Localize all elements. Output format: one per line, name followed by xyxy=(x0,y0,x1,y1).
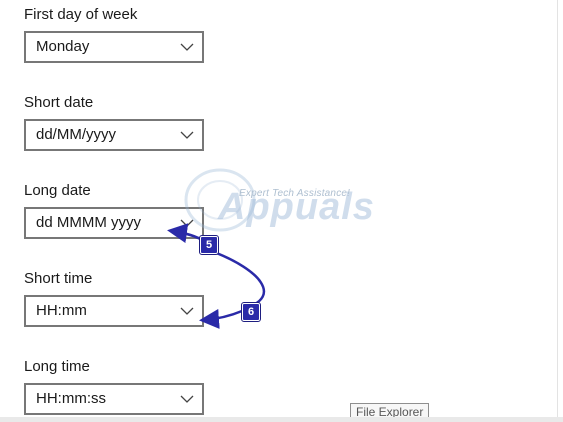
chevron-down-icon xyxy=(180,131,194,139)
watermark-tagline: Expert Tech Assistance! xyxy=(239,188,351,199)
short-time-value: HH:mm xyxy=(36,302,87,319)
long-time-dropdown[interactable]: HH:mm:ss xyxy=(24,383,204,415)
chevron-down-icon xyxy=(180,307,194,315)
long-date-dropdown[interactable]: dd MMMM yyyy xyxy=(24,207,204,239)
short-date-value: dd/MM/yyyy xyxy=(36,126,117,143)
short-date-dropdown[interactable]: dd/MM/yyyy xyxy=(24,119,204,151)
arrow-connector xyxy=(213,250,266,310)
short-date-label: Short date xyxy=(24,94,94,111)
long-time-label: Long time xyxy=(24,358,90,375)
taskbar-edge xyxy=(0,417,563,422)
window-right-edge xyxy=(557,0,558,422)
region-format-settings-page: First day of week Monday Short date dd/M… xyxy=(0,0,563,422)
watermark-swoosh-icon xyxy=(184,168,256,232)
step-5-badge: 5 xyxy=(199,235,219,255)
chevron-down-icon xyxy=(180,395,194,403)
long-time-value: HH:mm:ss xyxy=(36,390,106,407)
short-time-label: Short time xyxy=(24,270,93,287)
first-day-of-week-dropdown[interactable]: Monday xyxy=(24,31,204,63)
appuals-watermark: Appuals Expert Tech Assistance! xyxy=(182,164,382,244)
short-time-dropdown[interactable]: HH:mm xyxy=(24,295,204,327)
first-day-of-week-value: Monday xyxy=(36,38,90,55)
chevron-down-icon xyxy=(180,219,194,227)
step-6-badge: 6 xyxy=(241,302,261,322)
first-day-of-week-label: First day of week xyxy=(24,6,138,23)
arrow-step-6 xyxy=(199,308,243,329)
chevron-down-icon xyxy=(180,43,194,51)
long-date-label: Long date xyxy=(24,182,91,199)
watermark-logo-text: Appuals xyxy=(218,186,375,228)
long-date-value: dd MMMM yyyy xyxy=(36,214,141,231)
